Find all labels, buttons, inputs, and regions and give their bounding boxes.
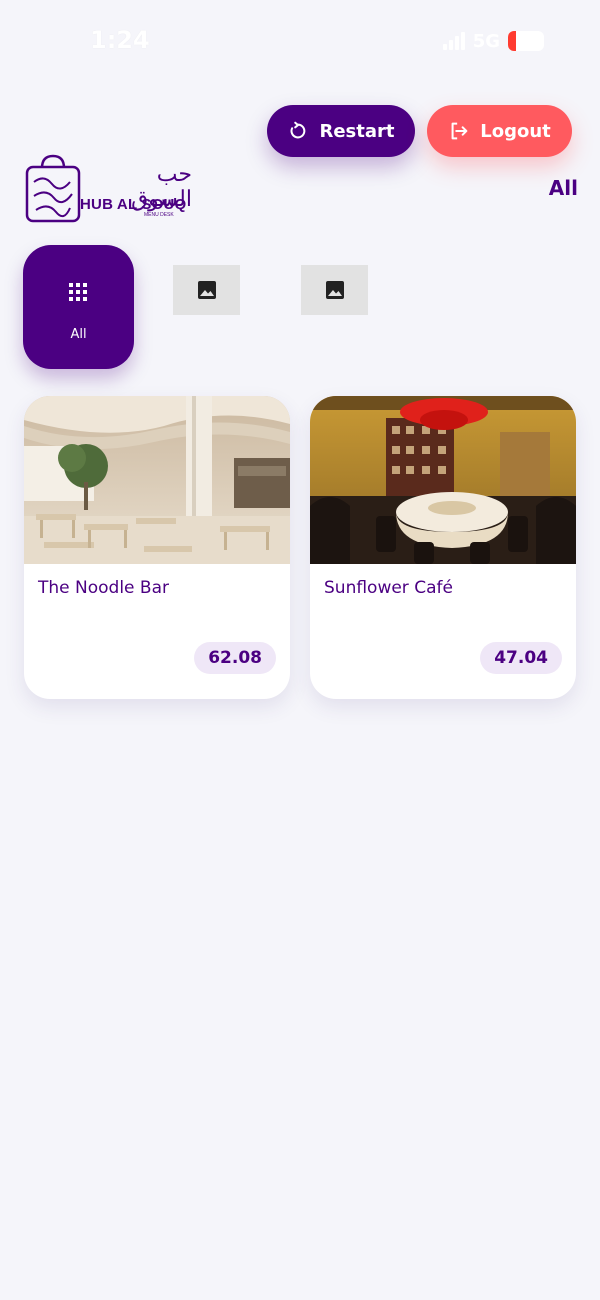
category-item-3[interactable] [301, 265, 368, 315]
logo-name: HUB AL SOUQ [80, 196, 187, 213]
selected-category-label[interactable]: All [549, 176, 578, 200]
image-placeholder-icon [197, 281, 216, 299]
status-bar: 1:24 5G 66 [0, 0, 600, 82]
category-all[interactable]: All [23, 245, 134, 369]
image-placeholder-icon [325, 281, 344, 299]
logout-button[interactable]: Logout [427, 105, 572, 157]
logout-icon [451, 122, 468, 140]
battery-level [508, 31, 516, 51]
restaurant-name: The Noodle Bar [38, 578, 169, 598]
restart-label: Restart [319, 120, 395, 142]
signal-icon [442, 32, 465, 50]
category-item-2[interactable] [173, 265, 240, 315]
logo-subtitle: MENU DESK [144, 212, 174, 218]
app-screen: 1:24 5G 66 Restart Logout حب السوق HUB A… [0, 0, 600, 1300]
price-badge: 47.04 [480, 642, 562, 674]
network-label: 5G [472, 30, 500, 52]
restaurant-card[interactable]: Sunflower Café 47.04 [310, 396, 576, 699]
restaurant-card[interactable]: The Noodle Bar 62.08 [24, 396, 290, 699]
grid-icon [69, 283, 87, 301]
battery-percentage: 66 [524, 33, 541, 47]
restart-button[interactable]: Restart [267, 105, 415, 157]
battery-icon: 66 [508, 31, 544, 51]
restaurant-name: Sunflower Café [324, 578, 453, 598]
logout-label: Logout [480, 120, 551, 142]
status-time: 1:24 [90, 26, 150, 54]
restart-icon [291, 121, 306, 139]
price-badge: 62.08 [194, 642, 276, 674]
restaurant-photo [24, 396, 290, 564]
brand-logo: حب السوق HUB AL SOUQ MENU DESK [24, 152, 192, 224]
status-indicators: 5G 66 [442, 30, 544, 52]
shopping-bag-icon [25, 154, 81, 223]
restaurant-photo [310, 396, 576, 564]
category-all-label: All [70, 327, 87, 342]
